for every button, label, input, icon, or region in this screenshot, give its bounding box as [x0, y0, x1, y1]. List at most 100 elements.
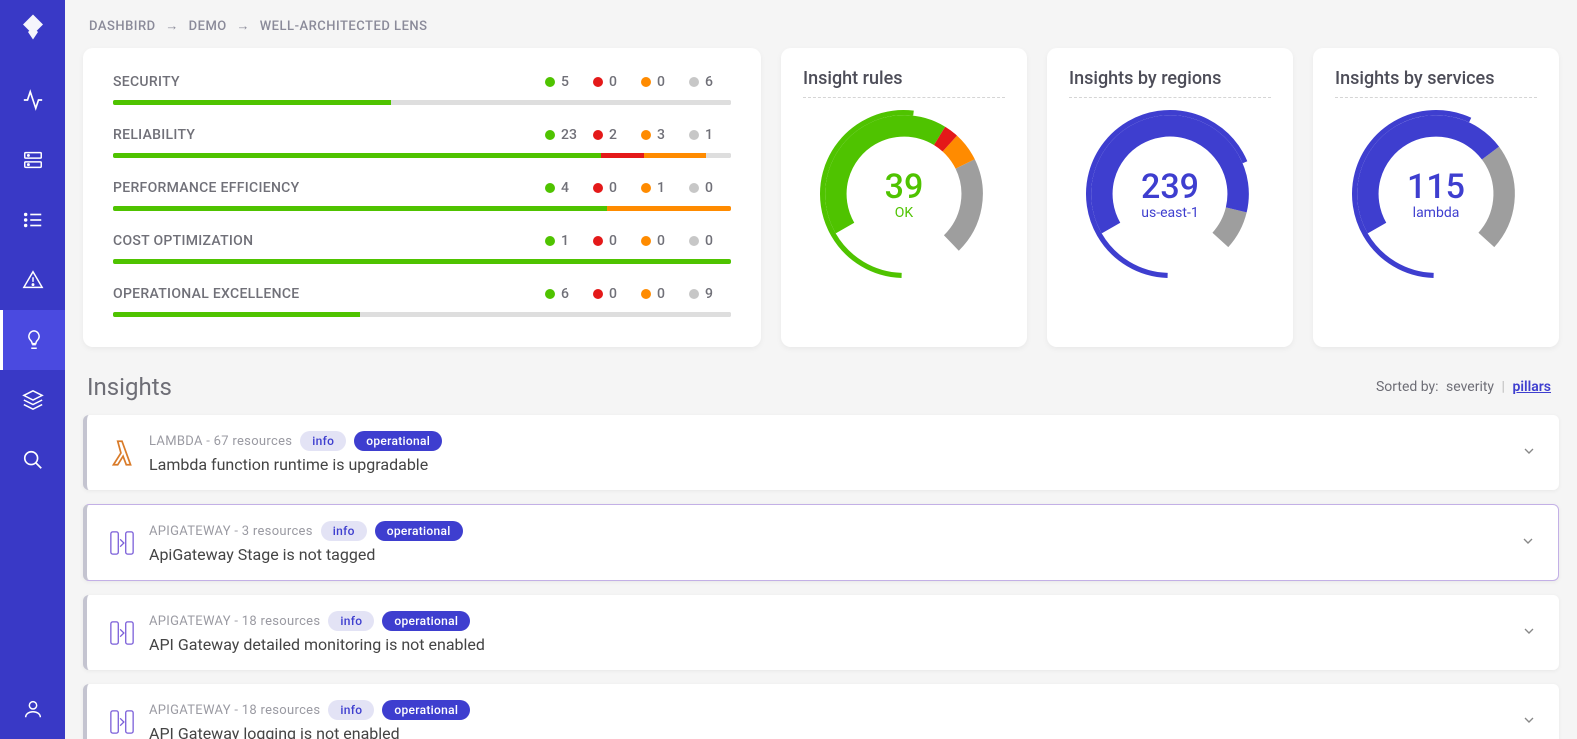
green-count: 5 [561, 74, 569, 90]
pillar-name: COST OPTIMIZATION [113, 233, 539, 249]
severity-badge: info [328, 611, 374, 631]
red-count: 0 [609, 180, 617, 196]
grey-dot-icon [689, 236, 699, 246]
orange-count: 0 [657, 286, 665, 302]
chevron-down-icon[interactable] [1521, 623, 1537, 643]
pillar-row[interactable]: PERFORMANCE EFFICIENCY 4 0 1 0 [113, 180, 731, 211]
nav-list-icon[interactable] [0, 190, 65, 250]
pillar-bar [113, 100, 731, 105]
insight-card[interactable]: APIGATEWAY - 3 resources info operationa… [83, 504, 1559, 581]
orange-count: 0 [657, 74, 665, 90]
insight-card[interactable]: APIGATEWAY - 18 resources info operation… [83, 595, 1559, 670]
chevron-down-icon[interactable] [1521, 712, 1537, 732]
pillar-name: SECURITY [113, 74, 539, 90]
grey-dot-icon [689, 130, 699, 140]
insight-service: APIGATEWAY - 18 resources [149, 703, 320, 718]
sort-severity[interactable]: severity [1446, 379, 1494, 395]
orange-count: 1 [657, 180, 665, 196]
pillar-row[interactable]: RELIABILITY 23 2 3 1 [113, 127, 731, 158]
sort-separator: | [1502, 379, 1505, 395]
grey-count: 0 [705, 233, 713, 249]
lambda-icon [109, 436, 135, 470]
green-dot-icon [545, 183, 555, 193]
insight-title: ApiGateway Stage is not tagged [149, 545, 1506, 564]
green-dot-icon [545, 289, 555, 299]
pillar-badge: operational [375, 521, 463, 541]
chevron-down-icon[interactable] [1520, 533, 1536, 553]
red-count: 0 [609, 74, 617, 90]
donut-value: 39 [885, 167, 924, 207]
pillar-name: OPERATIONAL EXCELLENCE [113, 286, 539, 302]
insight-title: Lambda function runtime is upgradable [149, 455, 1507, 474]
pillar-row[interactable]: COST OPTIMIZATION 1 0 0 0 [113, 233, 731, 264]
green-dot-icon [545, 236, 555, 246]
orange-count: 0 [657, 233, 665, 249]
insights-by-regions-card: Insights by regions 239 us-east-1 [1047, 48, 1293, 347]
breadcrumb-root[interactable]: DASHBIRD [89, 19, 156, 34]
nav-alert-icon[interactable] [0, 250, 65, 310]
breadcrumb-separator-icon: → [165, 19, 179, 34]
insights-heading: Insights [87, 373, 172, 401]
green-count: 6 [561, 286, 569, 302]
red-dot-icon [593, 236, 603, 246]
grey-dot-icon [689, 289, 699, 299]
sort-pillars[interactable]: pillars [1512, 379, 1551, 395]
orange-dot-icon [641, 289, 651, 299]
pillar-row[interactable]: OPERATIONAL EXCELLENCE 6 0 0 9 [113, 286, 731, 317]
nav-layers-icon[interactable] [0, 370, 65, 430]
green-dot-icon [545, 130, 555, 140]
pillar-bar [113, 312, 731, 317]
insight-rules-card: Insight rules 39 OK [781, 48, 1027, 347]
pillar-name: PERFORMANCE EFFICIENCY [113, 180, 539, 196]
chevron-down-icon[interactable] [1521, 443, 1537, 463]
insight-service: LAMBDA - 67 resources [149, 434, 292, 449]
severity-badge: info [328, 700, 374, 720]
insight-service: APIGATEWAY - 18 resources [149, 614, 320, 629]
grey-count: 0 [705, 180, 713, 196]
red-dot-icon [593, 77, 603, 87]
pillar-row[interactable]: SECURITY 5 0 0 6 [113, 74, 731, 105]
sort-label: Sorted by: [1376, 379, 1439, 395]
insight-title: API Gateway logging is not enabled [149, 724, 1507, 739]
red-count: 0 [609, 233, 617, 249]
red-dot-icon [593, 183, 603, 193]
donut-label: OK [885, 205, 924, 221]
pillar-badge: operational [354, 431, 442, 451]
logo-icon[interactable] [18, 12, 48, 46]
nav-search-icon[interactable] [0, 430, 65, 490]
sort-control: Sorted by: severity | pillars [1376, 379, 1555, 395]
grey-count: 6 [705, 74, 713, 90]
apigateway-icon [109, 526, 135, 560]
insight-card[interactable]: LAMBDA - 67 resources info operational L… [83, 415, 1559, 490]
apigateway-icon [109, 616, 135, 650]
green-dot-icon [545, 77, 555, 87]
pillar-name: RELIABILITY [113, 127, 539, 143]
breadcrumb: DASHBIRD → DEMO → WELL-ARCHITECTED LENS [83, 0, 1559, 48]
breadcrumb-separator-icon: → [237, 19, 251, 34]
card-title: Insights by services [1335, 68, 1537, 89]
grey-dot-icon [689, 77, 699, 87]
nav-insights-icon[interactable] [0, 310, 65, 370]
red-count: 2 [609, 127, 617, 143]
grey-count: 1 [705, 127, 713, 143]
green-count: 23 [561, 127, 577, 143]
card-title: Insights by regions [1069, 68, 1271, 89]
nav-server-icon[interactable] [0, 130, 65, 190]
orange-dot-icon [641, 183, 651, 193]
breadcrumb-page: WELL-ARCHITECTED LENS [260, 19, 428, 34]
pillars-card: SECURITY 5 0 0 6 RELIABILITY 23 2 3 1 PE… [83, 48, 761, 347]
grey-dot-icon [689, 183, 699, 193]
nav-activity-icon[interactable] [0, 70, 65, 130]
donut-value: 115 [1407, 167, 1465, 207]
pillar-bar [113, 206, 731, 211]
insight-service: APIGATEWAY - 3 resources [149, 524, 313, 539]
orange-dot-icon [641, 77, 651, 87]
nav-user-icon[interactable] [0, 679, 65, 739]
sidebar [0, 0, 65, 739]
green-count: 1 [561, 233, 569, 249]
breadcrumb-project[interactable]: DEMO [189, 19, 227, 34]
pillar-badge: operational [382, 611, 470, 631]
donut-label: lambda [1407, 205, 1465, 221]
insight-card[interactable]: APIGATEWAY - 18 resources info operation… [83, 684, 1559, 739]
card-title: Insight rules [803, 68, 1005, 89]
